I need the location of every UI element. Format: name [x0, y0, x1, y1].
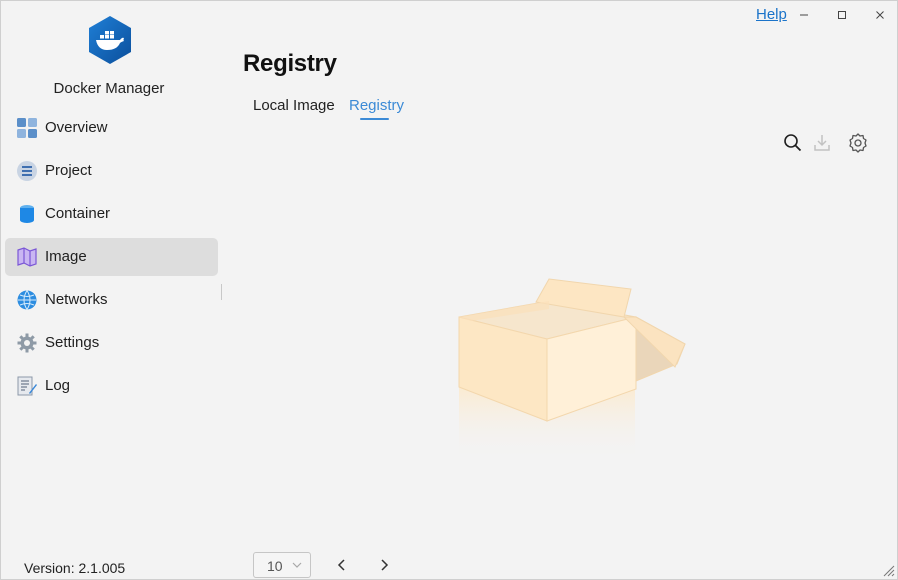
project-icon	[17, 161, 37, 181]
sidebar-item-label: Settings	[45, 334, 100, 351]
next-page-button[interactable]	[376, 557, 392, 573]
prev-page-button[interactable]	[334, 557, 350, 573]
search-icon[interactable]	[782, 132, 804, 154]
sidebar-item-label: Overview	[45, 119, 108, 136]
sidebar-item-networks[interactable]: Networks	[5, 281, 218, 319]
tab-local-image[interactable]: Local Image	[253, 97, 335, 114]
minimize-button[interactable]	[793, 5, 815, 25]
sidebar-item-project[interactable]: Project	[5, 152, 218, 190]
sidebar-item-settings[interactable]: Settings	[5, 324, 218, 362]
chevron-down-icon	[292, 562, 302, 568]
active-tab-indicator	[360, 118, 389, 120]
app-version: Version: 2.1.005	[24, 560, 126, 576]
empty-box-icon	[458, 278, 686, 461]
window-resize-grip[interactable]	[881, 563, 895, 577]
sidebar-item-container[interactable]: Container	[5, 195, 218, 233]
page-size-value: 10	[267, 558, 283, 574]
sidebar-item-image[interactable]: Image	[5, 238, 218, 276]
sidebar-item-overview[interactable]: Overview	[5, 109, 218, 147]
sidebar-item-label: Log	[45, 377, 71, 394]
settings-icon	[17, 333, 37, 353]
sidebar-item-label: Networks	[45, 291, 108, 308]
docker-logo-icon	[89, 16, 131, 64]
log-icon	[17, 376, 37, 396]
sidebar-item-label: Project	[45, 162, 92, 179]
overview-icon	[17, 118, 37, 138]
sidebar-item-log[interactable]: Log	[5, 367, 218, 405]
sidebar: Docker Manager Overview Project Containe…	[1, 1, 223, 579]
app-window: Docker Manager Overview Project Containe…	[0, 0, 898, 580]
close-icon	[876, 11, 884, 19]
help-link[interactable]: Help	[756, 6, 787, 23]
app-name: Docker Manager	[53, 80, 165, 97]
page-title: Registry	[243, 50, 337, 77]
image-icon	[17, 247, 37, 267]
maximize-button[interactable]	[831, 5, 853, 25]
page-size-select[interactable]: 10	[253, 552, 311, 578]
tab-registry[interactable]: Registry	[349, 97, 404, 114]
close-button[interactable]	[869, 5, 891, 25]
sidebar-item-label: Image	[45, 248, 87, 265]
gear-icon[interactable]	[847, 132, 869, 154]
minimize-icon	[800, 14, 808, 16]
download-icon[interactable]	[811, 132, 833, 154]
sidebar-item-label: Container	[45, 205, 111, 222]
maximize-icon	[838, 11, 846, 19]
container-icon	[20, 205, 34, 223]
networks-icon	[17, 290, 37, 310]
sidebar-resize-handle[interactable]	[221, 284, 224, 300]
